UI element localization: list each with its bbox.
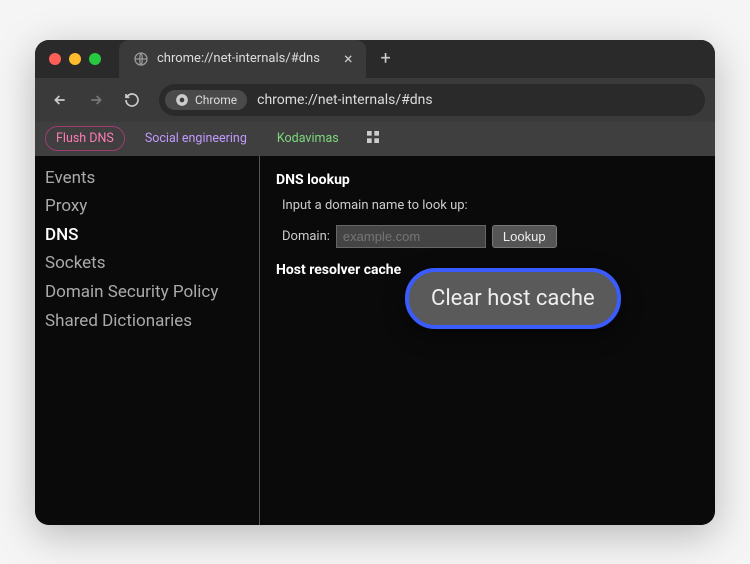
bookmarks-bar: Flush DNS Social engineering Kodavimas bbox=[35, 122, 715, 156]
nav-toolbar: Chrome chrome://net-internals/#dns bbox=[35, 78, 715, 122]
domain-form-row: Domain: Lookup bbox=[282, 225, 699, 248]
sidebar-item-events[interactable]: Events bbox=[45, 164, 249, 193]
minimize-window-button[interactable] bbox=[69, 53, 81, 65]
clear-host-cache-button[interactable]: Clear host cache bbox=[405, 268, 621, 329]
browser-tab[interactable]: chrome://net-internals/#dns × bbox=[119, 40, 366, 78]
sidebar-item-domain-security[interactable]: Domain Security Policy bbox=[45, 278, 249, 307]
domain-label: Domain: bbox=[282, 229, 330, 244]
reload-icon bbox=[124, 92, 140, 108]
close-tab-icon[interactable]: × bbox=[344, 49, 353, 68]
new-tab-button[interactable]: + bbox=[366, 48, 404, 69]
apps-grid-button[interactable] bbox=[359, 129, 387, 149]
bookmark-flush-dns[interactable]: Flush DNS bbox=[45, 126, 125, 151]
dns-lookup-instruction: Input a domain name to look up: bbox=[282, 198, 699, 213]
sidebar: Events Proxy DNS Sockets Domain Security… bbox=[35, 156, 260, 525]
browser-window: chrome://net-internals/#dns × + Chrome c… bbox=[35, 40, 715, 525]
tab-title: chrome://net-internals/#dns bbox=[157, 51, 320, 66]
titlebar: chrome://net-internals/#dns × + bbox=[35, 40, 715, 78]
url-text: chrome://net-internals/#dns bbox=[257, 92, 432, 108]
traffic-lights bbox=[49, 53, 101, 65]
grid-icon bbox=[365, 129, 381, 145]
dns-lookup-title: DNS lookup bbox=[276, 172, 699, 188]
chrome-chip-label: Chrome bbox=[195, 93, 237, 107]
maximize-window-button[interactable] bbox=[89, 53, 101, 65]
back-button[interactable] bbox=[45, 85, 75, 115]
sidebar-item-proxy[interactable]: Proxy bbox=[45, 192, 249, 221]
address-bar[interactable]: Chrome chrome://net-internals/#dns bbox=[159, 84, 705, 116]
arrow-left-icon bbox=[52, 92, 68, 108]
sidebar-item-sockets[interactable]: Sockets bbox=[45, 249, 249, 278]
sidebar-item-shared-dictionaries[interactable]: Shared Dictionaries bbox=[45, 307, 249, 336]
lookup-button[interactable]: Lookup bbox=[492, 225, 557, 248]
arrow-right-icon bbox=[88, 92, 104, 108]
chrome-icon bbox=[175, 93, 189, 107]
chrome-source-chip: Chrome bbox=[165, 90, 247, 110]
forward-button[interactable] bbox=[81, 85, 111, 115]
globe-icon bbox=[133, 51, 149, 67]
page-content: Events Proxy DNS Sockets Domain Security… bbox=[35, 156, 715, 525]
bookmark-social-engineering[interactable]: Social engineering bbox=[135, 127, 257, 150]
domain-input[interactable] bbox=[336, 225, 486, 248]
bookmark-kodavimas[interactable]: Kodavimas bbox=[267, 127, 349, 150]
sidebar-item-dns[interactable]: DNS bbox=[45, 221, 249, 250]
reload-button[interactable] bbox=[117, 85, 147, 115]
close-window-button[interactable] bbox=[49, 53, 61, 65]
main-panel: DNS lookup Input a domain name to look u… bbox=[260, 156, 715, 525]
